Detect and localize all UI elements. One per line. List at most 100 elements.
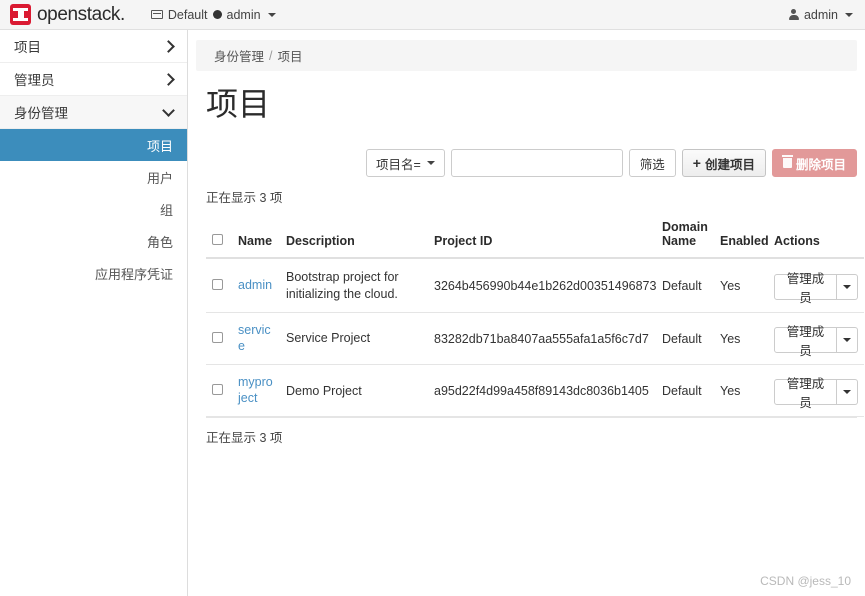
checkbox-icon[interactable] xyxy=(212,234,223,246)
chevron-right-icon xyxy=(162,72,175,86)
chevron-down-icon xyxy=(426,161,435,166)
sidebar-item-application-credentials[interactable]: 应用程序凭证 xyxy=(0,257,187,289)
cell-domain-name: Default xyxy=(656,312,714,366)
brand[interactable]: openstack. xyxy=(10,4,125,25)
app-shell: 项目 管理员 身份管理 项目 用户 组 角色 应用程序凭证 身份管理 / 项目 … xyxy=(0,30,865,596)
table-header-row: Name Description Project ID Domain Name … xyxy=(206,216,864,260)
sidebar-item-users[interactable]: 用户 xyxy=(0,161,187,193)
sidebar-item-groups[interactable]: 组 xyxy=(0,193,187,225)
trash-icon xyxy=(781,155,793,169)
column-header-project-id[interactable]: Project ID xyxy=(428,216,656,260)
breadcrumb-current: 项目 xyxy=(277,50,303,64)
table-row[interactable]: service Service Project 83282db71ba8407a… xyxy=(206,312,864,366)
manage-members-button[interactable]: 管理成员 xyxy=(774,272,837,305)
row-action-group: 管理成员 xyxy=(774,272,858,305)
cell-description: Bootstrap project for initializing the c… xyxy=(280,258,428,313)
cell-enabled: Yes xyxy=(714,312,768,366)
column-header-name[interactable]: Name xyxy=(232,216,280,260)
manage-members-button[interactable]: 管理成员 xyxy=(774,377,837,410)
column-header-enabled[interactable]: Enabled xyxy=(714,216,769,260)
row-select-cell xyxy=(206,258,232,313)
table-head: Name Description Project ID Domain Name … xyxy=(206,216,864,260)
row-actions-dropdown-toggle[interactable] xyxy=(837,273,858,300)
result-count-top: 正在显示 3 项 xyxy=(206,191,283,206)
sidebar-item-label: 组 xyxy=(159,202,173,218)
cell-description: Service Project xyxy=(280,312,428,366)
user-menu[interactable]: admin xyxy=(788,8,853,22)
cell-description: Demo Project xyxy=(280,364,428,418)
cell-enabled: Yes xyxy=(714,364,768,418)
projects-panel: 项目名= 筛选 + 创建项目 删除项目 正在显示 3 项 Name Descri… xyxy=(188,123,865,446)
context-domain-label: Default xyxy=(167,7,208,22)
row-select-cell xyxy=(206,364,232,418)
description-text: Demo Project xyxy=(286,383,362,398)
row-select-cell xyxy=(206,312,232,366)
page-title: 项目 xyxy=(206,86,271,122)
brand-text: openstack. xyxy=(37,4,125,25)
watermark: CSDN @jess_10 xyxy=(760,574,851,588)
row-actions-dropdown-toggle[interactable] xyxy=(837,326,858,353)
sidebar-item-label: 项目 xyxy=(146,138,173,154)
manage-members-button[interactable]: 管理成员 xyxy=(774,325,837,358)
chevron-down-icon xyxy=(843,337,851,342)
user-icon xyxy=(788,9,799,20)
create-project-label: 创建项目 xyxy=(704,157,755,172)
table-row[interactable]: myproject Demo Project a95d22f4d99a458f8… xyxy=(206,364,864,418)
cell-domain-name: Default xyxy=(656,258,714,313)
table-row[interactable]: admin Bootstrap project for initializing… xyxy=(206,258,864,313)
sidebar-group-project[interactable]: 项目 xyxy=(0,30,187,63)
cell-project-id: 3264b456990b44e1b262d00351496873 xyxy=(428,258,656,313)
cell-actions: 管理成员 xyxy=(768,258,864,313)
sidebar-item-label: 用户 xyxy=(146,170,173,186)
column-header-actions: Actions xyxy=(768,216,864,260)
domain-card-icon xyxy=(150,10,163,19)
context-project-label: admin xyxy=(226,7,261,22)
breadcrumb: 身份管理 / 项目 xyxy=(196,40,857,71)
sidebar-group-label: 管理员 xyxy=(14,73,55,88)
sidebar: 项目 管理员 身份管理 项目 用户 组 角色 应用程序凭证 xyxy=(0,30,188,596)
sidebar-group-label: 身份管理 xyxy=(14,106,68,121)
cell-name: admin xyxy=(232,258,280,313)
project-link[interactable]: service xyxy=(238,323,274,354)
chevron-down-icon xyxy=(845,12,853,17)
sidebar-group-identity[interactable]: 身份管理 xyxy=(0,96,187,129)
cell-domain-name: Default xyxy=(656,364,714,418)
chevron-down-icon xyxy=(162,104,175,117)
breadcrumb-parent[interactable]: 身份管理 xyxy=(214,46,264,65)
project-link[interactable]: myproject xyxy=(238,375,274,406)
create-project-button[interactable]: + 创建项目 xyxy=(681,149,766,178)
cell-enabled: Yes xyxy=(714,258,768,313)
chevron-right-icon xyxy=(162,39,175,53)
cell-name: myproject xyxy=(232,364,280,418)
sidebar-item-roles[interactable]: 角色 xyxy=(0,225,187,257)
select-all-header xyxy=(206,216,232,260)
chevron-down-icon xyxy=(843,389,851,394)
checkbox-icon[interactable] xyxy=(212,331,223,343)
column-header-description[interactable]: Description xyxy=(280,216,428,260)
delete-projects-button[interactable]: 删除项目 xyxy=(771,149,857,178)
sidebar-group-admin[interactable]: 管理员 xyxy=(0,63,187,96)
sidebar-group-label: 项目 xyxy=(14,40,41,55)
checkbox-icon[interactable] xyxy=(212,383,223,395)
sidebar-item-label: 应用程序凭证 xyxy=(94,266,173,282)
delete-projects-label: 删除项目 xyxy=(795,157,846,172)
filter-button[interactable]: 筛选 xyxy=(628,149,676,178)
filter-button-label: 筛选 xyxy=(639,157,665,172)
project-link[interactable]: admin xyxy=(238,278,272,294)
cell-actions: 管理成员 xyxy=(768,364,864,418)
chevron-down-icon xyxy=(843,284,851,289)
description-text: Service Project xyxy=(286,331,371,346)
plus-icon: + xyxy=(692,155,701,172)
checkbox-icon[interactable] xyxy=(212,278,223,290)
projects-table: Name Description Project ID Domain Name … xyxy=(206,216,864,418)
search-input[interactable] xyxy=(450,149,623,178)
context-selector[interactable]: Default admin xyxy=(150,7,276,22)
content-area: 身份管理 / 项目 项目 项目名= 筛选 + 创建项目 删除项目 正在显示 3 … xyxy=(188,30,865,596)
filter-key-dropdown[interactable]: 项目名= xyxy=(365,149,445,178)
sidebar-item-projects[interactable]: 项目 xyxy=(0,129,187,161)
result-count-bottom: 正在显示 3 项 xyxy=(206,417,857,446)
filter-key-label: 项目名= xyxy=(375,157,421,172)
row-actions-dropdown-toggle[interactable] xyxy=(837,378,858,405)
chevron-down-icon xyxy=(267,12,276,17)
column-header-domain-name[interactable]: Domain Name xyxy=(656,216,714,260)
